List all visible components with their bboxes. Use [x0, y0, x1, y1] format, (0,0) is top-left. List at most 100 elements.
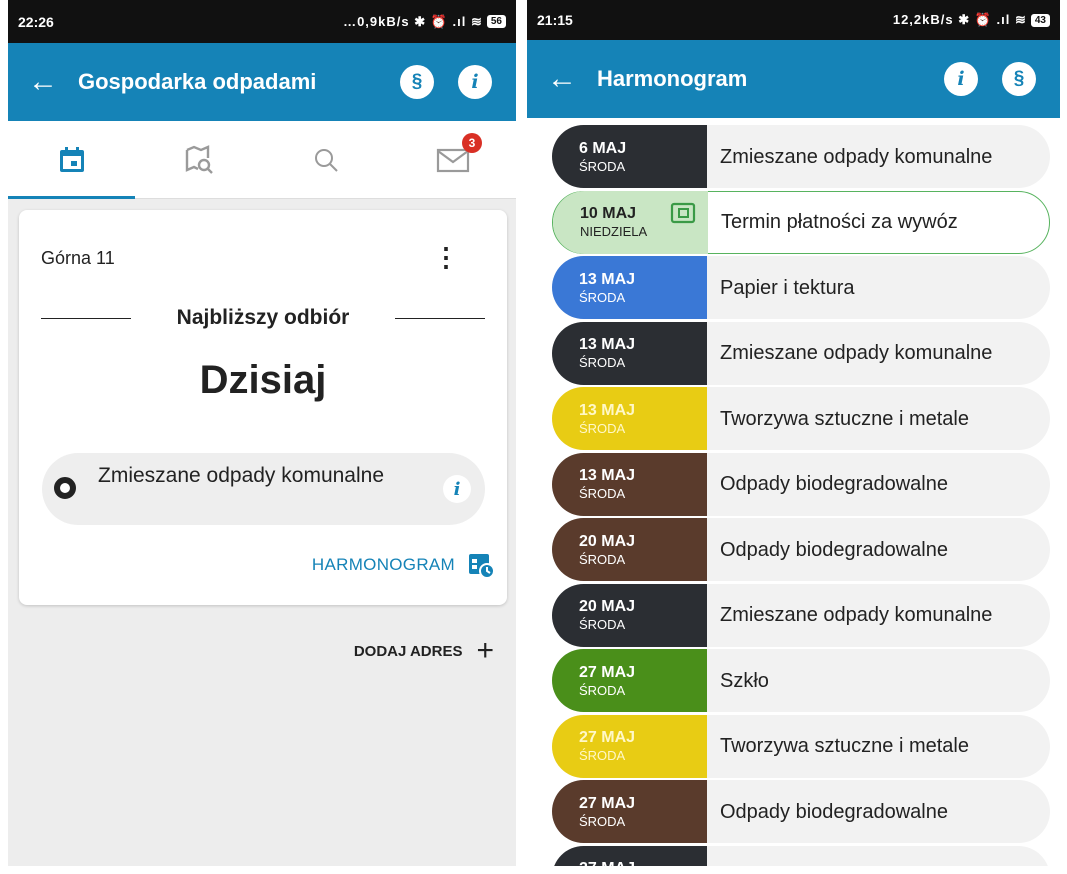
schedule-item-date: 13 MAJ ŚRODA	[552, 321, 707, 385]
tab-map[interactable]	[135, 121, 262, 198]
search-icon	[314, 148, 338, 172]
schedule-item[interactable]: 20 MAJ ŚRODA Zmieszane odpady komunalne	[552, 583, 1050, 647]
status-time: 22:26	[18, 13, 54, 30]
schedule-item-day-month: 20 MAJ	[579, 532, 636, 550]
schedule-item-weekday: ŚRODA	[579, 682, 626, 698]
left-screen: 22:26 …0,9kB/s ✱ ⏰ .ıl ≋ 56 ← Gospodarka…	[8, 0, 516, 866]
schedule-item[interactable]: 10 MAJ NIEDZIELA Termin płatności za wywóz	[552, 190, 1050, 254]
schedule-item-date: 6 MAJ ŚRODA	[552, 125, 707, 188]
map-search-icon	[185, 144, 213, 174]
status-bar: 22:26 …0,9kB/s ✱ ⏰ .ıl ≋ 56	[8, 0, 516, 43]
schedule-item-weekday: ŚRODA	[579, 486, 626, 501]
plus-icon: +	[476, 634, 494, 667]
schedule-item-date: 20 MAJ ŚRODA	[552, 583, 707, 647]
schedule-item-day-month: 20 MAJ	[579, 598, 636, 615]
schedule-item[interactable]: 13 MAJ ŚRODA Papier i tektura	[552, 256, 1050, 319]
schedule-item[interactable]: 27 MAJ ŚRODA Odpady biodegradowalne	[552, 780, 1050, 843]
battery-icon: 56	[486, 15, 506, 28]
schedule-item-date: 10 MAJ NIEDZIELA	[553, 190, 708, 254]
back-arrow-icon[interactable]: ←	[8, 67, 78, 97]
schedule-item-weekday: ŚRODA	[579, 813, 626, 829]
info-button[interactable]: i	[944, 62, 978, 96]
schedule-item-day-month: 27 MAJ	[579, 729, 636, 746]
app-bar: ← Gospodarka odpadami § i	[8, 43, 516, 121]
schedule-link[interactable]: HARMONOGRAM	[312, 551, 495, 579]
schedule-item-weekday: ŚRODA	[579, 420, 626, 436]
schedule-item[interactable]: 27 MAJ ŚRODA Tworzywa sztuczne i metale	[552, 714, 1050, 778]
schedule-item-day-month: 27 MAJ	[579, 859, 707, 866]
schedule-item-label: Papier i tektura	[720, 276, 855, 299]
payment-icon	[670, 202, 696, 223]
next-pickup-date: Dzisiaj	[199, 358, 327, 402]
mixed-waste-dot-icon	[54, 477, 76, 499]
schedule-item-label: Zmieszane odpady komunalne	[720, 145, 993, 168]
schedule-item[interactable]: 27 MAJŚRODAZmieszane odpady komunalne	[552, 845, 1050, 866]
info-button[interactable]: i	[458, 65, 492, 99]
schedule-item-date: 13 MAJ ŚRODA	[552, 387, 707, 450]
schedule-item-date: 27 MAJŚRODA	[552, 845, 707, 866]
schedule-item-day-month: 27 MAJ	[579, 794, 636, 812]
schedule-item-label: Odpady biodegradowalne	[720, 538, 948, 561]
waste-type-item[interactable]: Zmieszane odpady komunalne i	[42, 453, 485, 525]
more-options-icon[interactable]: ⋮	[433, 244, 459, 270]
schedule-item-weekday: ŚRODA	[579, 748, 626, 763]
schedule-item-day-month: 27 MAJ	[579, 663, 636, 681]
address-label: Górna 11	[41, 248, 115, 268]
schedule-calendar-icon	[469, 554, 495, 579]
schedule-item-weekday: ŚRODA	[579, 617, 626, 632]
tab-calendar[interactable]	[8, 121, 135, 199]
schedule-item-date: 20 MAJ ŚRODA	[552, 518, 707, 581]
schedule-item-label: Szkło	[720, 669, 769, 692]
add-address-button[interactable]: DODAJ ADRES +	[354, 636, 494, 666]
schedule-item-day-month: 6 MAJ	[579, 139, 627, 157]
tab-search[interactable]	[262, 121, 389, 198]
schedule-item[interactable]: 13 MAJ ŚRODA Odpady biodegradowalne	[552, 452, 1050, 516]
regulations-button[interactable]: §	[400, 65, 434, 99]
schedule-item-label: Odpady biodegradowalne	[720, 800, 948, 823]
schedule-item-label: Tworzywa sztuczne i metale	[720, 407, 969, 430]
battery-icon: 43	[1030, 13, 1050, 27]
schedule-item-label: Odpady biodegradowalne	[720, 473, 948, 495]
schedule-item-day-month: 13 MAJ	[579, 270, 636, 288]
back-arrow-icon[interactable]: ←	[527, 64, 597, 94]
status-icons: 12,2kB/s ✱ ⏰ .ıl ≋	[892, 12, 1027, 27]
app-bar: ← Harmonogram i §	[527, 40, 1060, 118]
schedule-item-label: Zmieszane odpady komunalne	[707, 865, 1050, 866]
page-title: Harmonogram	[597, 66, 748, 91]
schedule-item-label: Zmieszane odpady komunalne	[720, 342, 993, 364]
schedule-item-weekday: NIEDZIELA	[580, 224, 648, 239]
schedule-item-day-month: 13 MAJ	[579, 467, 636, 484]
calendar-icon	[59, 146, 84, 172]
schedule-item-date: 27 MAJŚRODA	[552, 649, 707, 712]
waste-type-label: Zmieszane odpady komunalne	[98, 464, 385, 487]
schedule-item-date: 27 MAJŚRODA	[552, 780, 707, 843]
schedule-item-weekday: ŚRODA	[579, 289, 626, 305]
address-card: Górna 11 ⋮ Najbliższy odbiór Dzisiaj Zmi…	[19, 210, 507, 605]
schedule-link-label: HARMONOGRAM	[311, 555, 455, 574]
tab-messages[interactable]: 3	[389, 121, 516, 198]
schedule-item-date: 27 MAJ ŚRODA	[552, 714, 707, 778]
waste-info-icon[interactable]: i	[443, 475, 471, 503]
schedule-item-weekday: ŚRODA	[579, 355, 626, 370]
next-pickup-heading: Najbliższy odbiór	[176, 306, 350, 329]
schedule-item[interactable]: 27 MAJ ŚRODA Szkło	[552, 649, 1050, 712]
right-screen: 21:15 12,2kB/s ✱ ⏰ .ıl ≋ 43 ← Harmonogra…	[527, 0, 1060, 866]
notification-badge: 3	[462, 133, 482, 153]
schedule-item-weekday: ŚRODA	[579, 551, 626, 567]
page-title: Gospodarka odpadami	[78, 69, 317, 94]
regulations-button[interactable]: §	[1002, 62, 1036, 96]
schedule-list[interactable]: 6 MAJ ŚRODA Zmieszane odpady komunalne 10 M…	[527, 118, 1060, 866]
schedule-item-day-month: 13 MAJ	[579, 401, 636, 419]
schedule-item-label: Tworzywa sztuczne i metale	[720, 735, 969, 757]
schedule-item[interactable]: 13 MAJ ŚRODA Zmieszane odpady komunalne	[552, 321, 1050, 385]
schedule-item[interactable]: 13 MAJ ŚRODA Tworzywa sztuczne i metale	[552, 387, 1050, 450]
schedule-item-label: Termin płatności za wywóz	[721, 211, 958, 233]
status-time: 21:15	[537, 12, 573, 28]
schedule-item[interactable]: 20 MAJ ŚRODA Odpady biodegradowalne	[552, 518, 1050, 581]
schedule-item-day-month: 13 MAJ	[579, 336, 636, 353]
schedule-item-weekday: ŚRODA	[579, 158, 626, 174]
schedule-item[interactable]: 6 MAJ ŚRODA Zmieszane odpady komunalne	[552, 125, 1050, 188]
schedule-item-date: 13 MAJ ŚRODA	[552, 256, 707, 319]
add-address-label: DODAJ ADRES	[353, 642, 463, 660]
schedule-item-date: 13 MAJ ŚRODA	[552, 452, 707, 516]
